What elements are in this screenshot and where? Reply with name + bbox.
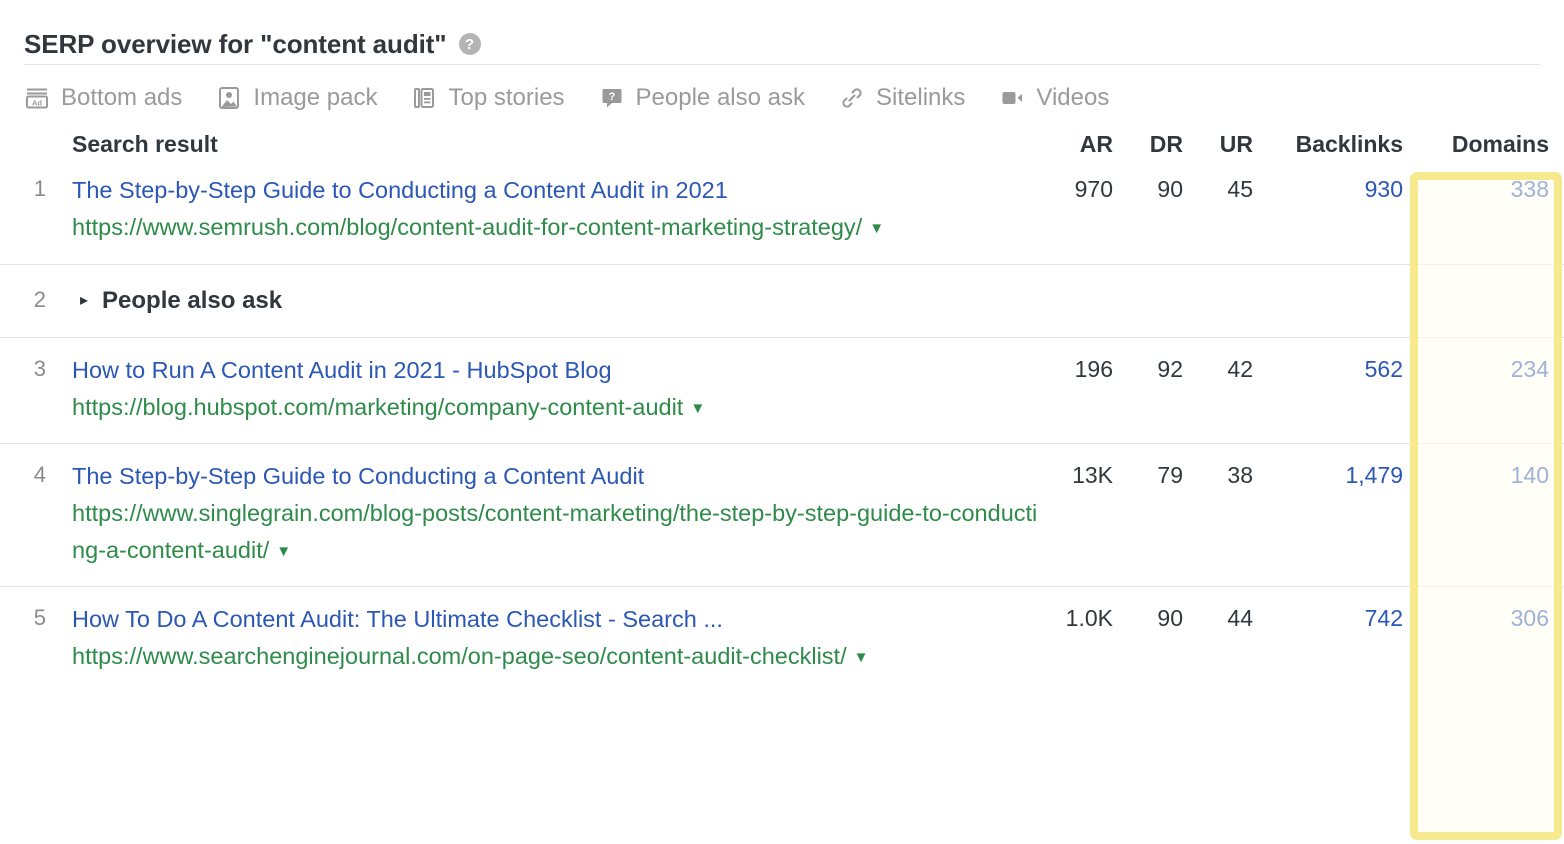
table-header: Search result AR DR UR Backlinks Domains [0,131,1564,158]
domains-link[interactable]: 306 [1511,605,1549,631]
result-backlinks: 1,479 [1277,444,1427,587]
page-title: SERP overview for "content audit" [24,29,447,60]
result-title-link[interactable]: The Step-by-Step Guide to Conducting a C… [72,177,728,203]
result-cell: The Step-by-Step Guide to Conducting a C… [72,444,1041,587]
result-dr: 90 [1137,587,1207,693]
result-url-text: https://www.searchenginejournal.com/on-p… [72,643,847,669]
table-row: 4 The Step-by-Step Guide to Conducting a… [0,444,1564,587]
result-ur: 44 [1207,587,1277,693]
result-ar: 196 [1041,337,1137,444]
chain-link-icon [839,85,865,111]
ad-box-icon: Ad [24,85,50,111]
people-also-ask-label: People also ask [102,287,282,315]
people-also-ask-toggle[interactable]: ▸ People also ask [72,287,1564,315]
people-also-ask-cell: ▸ People also ask [72,264,1564,337]
result-rank: 2 [0,264,72,337]
result-dr: 92 [1137,337,1207,444]
result-ur: 42 [1207,337,1277,444]
result-ar: 970 [1041,158,1137,264]
serp-feature-label: Videos [1036,86,1109,110]
result-url[interactable]: https://www.semrush.com/blog/content-aud… [72,209,1041,245]
serp-feature-top-stories[interactable]: Top stories [411,85,564,111]
result-rank: 3 [0,337,72,444]
serp-feature-label: Top stories [448,86,564,110]
serp-feature-people-also-ask[interactable]: ? People also ask [599,85,805,111]
domains-link[interactable]: 338 [1511,176,1549,202]
svg-text:?: ? [608,91,615,103]
result-cell: How To Do A Content Audit: The Ultimate … [72,587,1041,693]
page-header: SERP overview for "content audit" ? [0,0,1564,64]
backlinks-link[interactable]: 742 [1365,605,1403,631]
chevron-down-icon[interactable]: ▼ [690,397,705,420]
column-header-domains[interactable]: Domains [1427,131,1564,158]
chevron-right-icon[interactable]: ▸ [80,293,88,309]
column-header-ar[interactable]: AR [1041,131,1137,158]
result-title-link[interactable]: How to Run A Content Audit in 2021 - Hub… [72,357,612,383]
result-domains: 234 [1427,337,1564,444]
result-title-link[interactable]: How To Do A Content Audit: The Ultimate … [72,606,723,632]
table-body: 1 The Step-by-Step Guide to Conducting a… [0,158,1564,693]
serp-feature-videos[interactable]: Videos [999,85,1109,111]
result-rank: 1 [0,158,72,264]
chevron-down-icon[interactable]: ▼ [869,217,884,240]
column-header-dr[interactable]: DR [1137,131,1207,158]
serp-feature-label: Bottom ads [61,86,182,110]
domains-link[interactable]: 234 [1511,356,1549,382]
serp-feature-label: People also ask [636,86,805,110]
result-ur: 38 [1207,444,1277,587]
result-backlinks: 930 [1277,158,1427,264]
result-url[interactable]: https://blog.hubspot.com/marketing/compa… [72,389,1041,425]
backlinks-link[interactable]: 562 [1365,356,1403,382]
table-row: 1 The Step-by-Step Guide to Conducting a… [0,158,1564,264]
result-url[interactable]: https://www.searchenginejournal.com/on-p… [72,638,1041,674]
result-url-text: https://www.semrush.com/blog/content-aud… [72,214,862,240]
result-domains: 306 [1427,587,1564,693]
backlinks-link[interactable]: 930 [1365,176,1403,202]
result-cell: The Step-by-Step Guide to Conducting a C… [72,158,1041,264]
video-camera-icon [999,85,1025,111]
serp-feature-image-pack[interactable]: Image pack [216,85,377,111]
result-url[interactable]: https://www.singlegrain.com/blog-posts/c… [72,495,1041,568]
result-ar: 13K [1041,444,1137,587]
column-header-ur[interactable]: UR [1207,131,1277,158]
image-pack-icon [216,85,242,111]
table-row: 5 How To Do A Content Audit: The Ultimat… [0,587,1564,693]
result-domains: 140 [1427,444,1564,587]
result-url-text: https://blog.hubspot.com/marketing/compa… [72,394,683,420]
serp-results-table: Search result AR DR UR Backlinks Domains… [0,131,1564,693]
result-rank: 4 [0,444,72,587]
serp-feature-sitelinks[interactable]: Sitelinks [839,85,965,111]
result-backlinks: 742 [1277,587,1427,693]
chevron-down-icon[interactable]: ▼ [854,646,869,669]
top-stories-icon [411,85,437,111]
chevron-down-icon[interactable]: ▼ [276,540,291,563]
table-row-people-also-ask: 2 ▸ People also ask [0,264,1564,337]
serp-features-list: Ad Bottom ads Image pack Top stories [0,65,1564,131]
result-dr: 90 [1137,158,1207,264]
column-header-backlinks[interactable]: Backlinks [1277,131,1427,158]
result-ar: 1.0K [1041,587,1137,693]
result-ur: 45 [1207,158,1277,264]
serp-feature-label: Image pack [253,86,377,110]
table-row: 3 How to Run A Content Audit in 2021 - H… [0,337,1564,444]
column-header-search-result[interactable]: Search result [72,131,1041,158]
result-rank: 5 [0,587,72,693]
result-backlinks: 562 [1277,337,1427,444]
serp-feature-bottom-ads[interactable]: Ad Bottom ads [24,85,182,111]
result-cell: How to Run A Content Audit in 2021 - Hub… [72,337,1041,444]
backlinks-link[interactable]: 1,479 [1345,462,1403,488]
result-url-text: https://www.singlegrain.com/blog-posts/c… [72,500,1037,562]
result-title-link[interactable]: The Step-by-Step Guide to Conducting a C… [72,463,644,489]
column-header-rank [0,131,72,158]
svg-text:Ad: Ad [32,98,42,107]
serp-feature-label: Sitelinks [876,86,965,110]
question-bubble-icon: ? [599,85,625,111]
domains-link[interactable]: 140 [1511,462,1549,488]
result-dr: 79 [1137,444,1207,587]
result-domains: 338 [1427,158,1564,264]
question-mark-circle-icon[interactable]: ? [459,33,481,55]
